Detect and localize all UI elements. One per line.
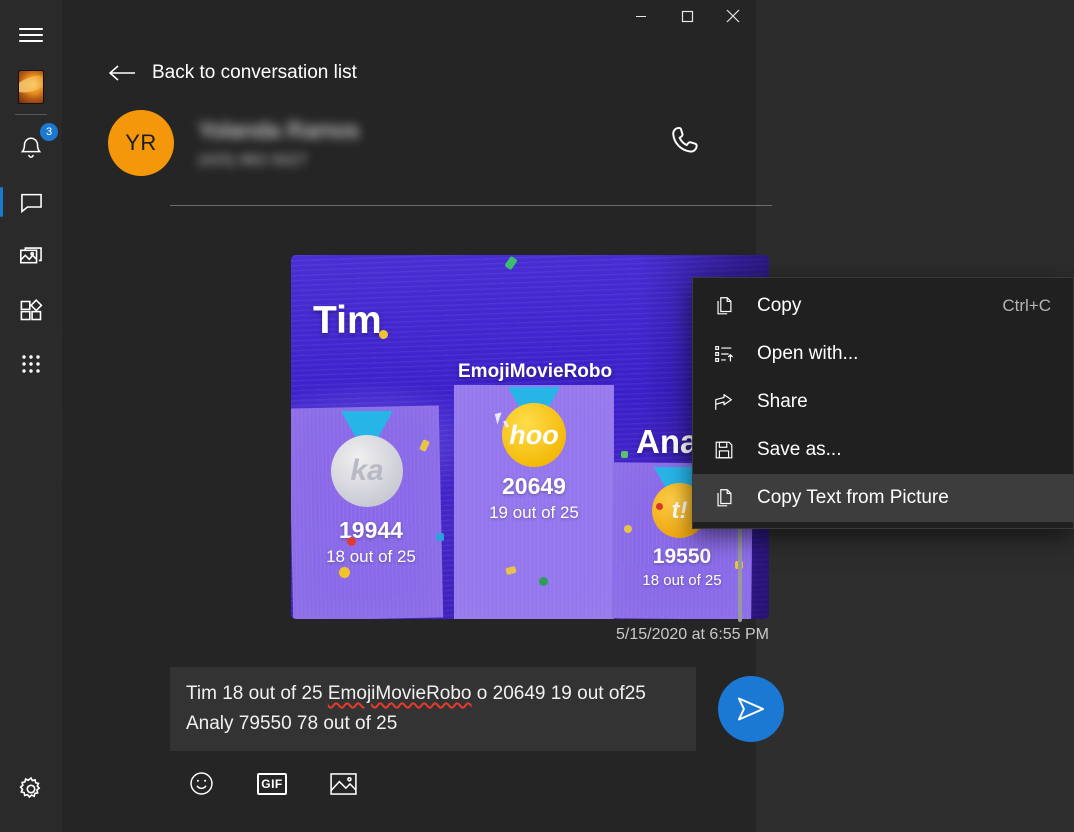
confetti [621,451,628,458]
picture-icon [330,772,357,795]
confetti [347,537,356,546]
back-arrow-icon [108,65,135,81]
context-menu: Copy Ctrl+C Open with... Share Save as..… [692,277,1074,529]
app-thumbnail-icon[interactable] [18,70,44,104]
confetti [539,577,548,586]
rail-fade [0,330,62,832]
phone-icon [672,126,698,153]
podium-name-2: EmojiMovieRobo [458,361,613,382]
avatar: YR [108,110,174,176]
context-menu-item-copy[interactable]: Copy Ctrl+C [693,282,1073,330]
copy-text-icon [711,487,737,509]
confetti [339,567,350,578]
confetti [379,330,388,339]
navigation-rail: 3 [0,0,62,832]
bell-icon [20,137,42,158]
insert-picture-button[interactable] [329,771,358,797]
back-to-conversation-list-button[interactable]: Back to conversation list [108,62,357,84]
message-bubble-icon [20,193,42,213]
confetti [436,533,444,541]
podium-score-value-3: 19550 [652,545,712,568]
share-icon [711,391,737,413]
podium-score-detail-2: 19 out of 25 [489,503,579,522]
close-button[interactable] [710,0,756,32]
message-text-part-1: Tim 18 out of 25 [186,683,328,704]
message-timestamp: 5/15/2020 at 6:55 PM [616,626,769,643]
podium-score-value-1: 19944 [339,517,403,543]
contact-phone-number: (425) 882-5027 [198,151,308,169]
scrollbar-thumb[interactable] [738,520,742,622]
screen: 3 Back to conversation list YR Yolanda R… [0,0,1074,832]
message-list: ka Tim 19944 18 out of 25 hoo EmojiMovie… [108,220,769,662]
gear-icon [19,776,41,799]
header-divider [170,205,772,206]
back-label: Back to conversation list [152,62,357,83]
dialpad-icon [22,355,40,373]
your-phone-app-window: 3 Back to conversation list YR Yolanda R… [0,0,784,832]
close-icon [726,9,740,23]
medal-1: ka [331,435,403,507]
window-content: Back to conversation list YR Yolanda Ram… [62,0,784,832]
contact-text: Yolanda Ramos (425) 882-5027 [198,117,662,170]
composer-tools: GIF [188,770,358,797]
context-menu-item-save-as[interactable]: Save as... [693,426,1073,474]
sidebar-item-notifications[interactable]: 3 [0,121,62,175]
gif-button[interactable]: GIF [257,772,287,795]
title-bar [62,0,756,46]
message-composer: Tim 18 out of 25 EmojiMovieRobo o 20649 … [170,662,784,832]
sidebar-item-settings[interactable] [0,762,62,816]
context-menu-item-open-with[interactable]: Open with... [693,330,1073,378]
notification-badge: 3 [40,123,58,141]
context-menu-label: Save as... [757,439,842,460]
save-icon [711,439,737,461]
apps-grid-icon [20,298,43,320]
contact-header: YR Yolanda Ramos (425) 882-5027 [108,110,710,176]
photos-icon [19,246,42,263]
confetti [656,503,663,510]
context-menu-label: Copy [757,295,802,316]
podium-score-1: 19944 18 out of 25 [301,517,441,567]
podium-score-detail-3: 18 out of 25 [642,572,722,589]
open-with-icon [711,343,737,365]
composer-input-row: Tim 18 out of 25 EmojiMovieRobo o 20649 … [170,667,784,751]
smiley-icon [190,772,213,795]
emoji-button[interactable] [188,770,215,797]
context-menu-shortcut: Ctrl+C [1002,296,1051,315]
maximize-button[interactable] [664,0,710,32]
sidebar-item-messages[interactable] [0,175,62,229]
confetti [624,525,632,533]
podium-score-2: 20649 19 out of 25 [454,473,614,523]
copy-icon [711,295,737,317]
send-button[interactable] [718,676,784,742]
podium-score-3: 19550 18 out of 25 [612,545,752,589]
podium-score-value-2: 20649 [502,473,566,499]
sidebar-item-photos[interactable] [0,229,62,283]
sidebar-item-calls[interactable] [0,337,62,391]
podium-name-1: Tim [313,299,382,342]
message-misspelled-word: EmojiMovieRobo [327,683,472,704]
podium-score-detail-1: 18 out of 25 [326,547,416,566]
context-menu-label: Open with... [757,343,859,364]
context-menu-item-share[interactable]: Share [693,378,1073,426]
call-button[interactable] [662,117,710,170]
context-menu-item-copy-text-from-picture[interactable]: Copy Text from Picture [693,474,1073,522]
context-menu-label: Copy Text from Picture [757,487,949,508]
medal-2: hoo [502,403,566,467]
context-menu-label: Share [757,391,808,412]
minimize-button[interactable] [618,0,664,32]
send-icon [737,697,765,721]
gif-icon: GIF [257,772,287,795]
minimize-icon [636,16,646,17]
sidebar-item-apps[interactable] [0,283,62,337]
message-input[interactable]: Tim 18 out of 25 EmojiMovieRobo o 20649 … [170,667,696,751]
maximize-icon [681,10,693,22]
rail-divider [15,114,47,115]
hamburger-menu-icon[interactable] [0,8,62,62]
contact-name: Yolanda Ramos [198,116,360,143]
